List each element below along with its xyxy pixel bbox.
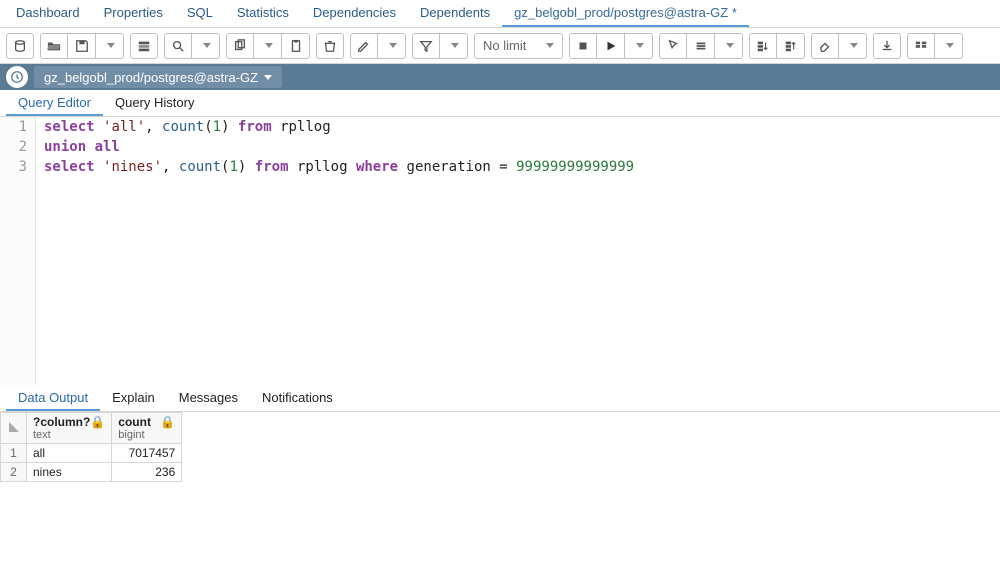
- open-file-button[interactable]: [40, 33, 68, 59]
- cell[interactable]: 7017457: [112, 444, 182, 463]
- code-line[interactable]: select 'nines', count(1) from rpllog whe…: [44, 157, 634, 177]
- find-button[interactable]: [164, 33, 192, 59]
- chevron-down-icon: [850, 43, 858, 48]
- row-number[interactable]: 2: [1, 463, 27, 482]
- result-tab[interactable]: Messages: [167, 386, 250, 411]
- execute-dropdown[interactable]: [625, 33, 653, 59]
- connection-path[interactable]: gz_belgobl_prod/postgres@astra-GZ: [34, 66, 282, 88]
- clock-icon[interactable]: [6, 66, 28, 88]
- paste-button[interactable]: [282, 33, 310, 59]
- column-header[interactable]: ?column?🔒text: [27, 413, 112, 444]
- grid-corner[interactable]: [1, 413, 27, 444]
- chevron-down-icon: [107, 43, 115, 48]
- table-row[interactable]: 2nines236: [1, 463, 182, 482]
- top-tab[interactable]: gz_belgobl_prod/postgres@astra-GZ *: [502, 0, 749, 27]
- code-line[interactable]: select 'all', count(1) from rpllog: [44, 117, 634, 137]
- delete-button[interactable]: [316, 33, 344, 59]
- result-tab[interactable]: Data Output: [6, 386, 100, 411]
- top-tab[interactable]: Properties: [92, 0, 175, 27]
- connection-bar: gz_belgobl_prod/postgres@astra-GZ: [0, 64, 1000, 90]
- editor-tabs: Query EditorQuery History: [0, 90, 1000, 117]
- chevron-down-icon: [265, 43, 273, 48]
- editor-gutter: 123: [0, 117, 36, 385]
- macro-button[interactable]: [907, 33, 935, 59]
- row-number[interactable]: 1: [1, 444, 27, 463]
- connection-path-text: gz_belgobl_prod/postgres@astra-GZ: [44, 70, 258, 85]
- find-dropdown[interactable]: [192, 33, 220, 59]
- result-tabs: Data OutputExplainMessagesNotifications: [0, 385, 1000, 412]
- edit-button[interactable]: [350, 33, 378, 59]
- editor-tab[interactable]: Query Editor: [6, 91, 103, 116]
- explain-options-button[interactable]: [687, 33, 715, 59]
- editor-tab[interactable]: Query History: [103, 91, 206, 116]
- save-dropdown[interactable]: [96, 33, 124, 59]
- chevron-down-icon: [451, 43, 459, 48]
- filter-dropdown[interactable]: [440, 33, 468, 59]
- save-button[interactable]: [68, 33, 96, 59]
- chevron-down-icon: [636, 43, 644, 48]
- chevron-down-icon: [203, 43, 211, 48]
- explain-dropdown[interactable]: [715, 33, 743, 59]
- column-header[interactable]: count🔒bigint: [112, 413, 182, 444]
- download-button[interactable]: [873, 33, 901, 59]
- copy-button[interactable]: [226, 33, 254, 59]
- stop-button[interactable]: [569, 33, 597, 59]
- explain-button[interactable]: [659, 33, 687, 59]
- cell[interactable]: nines: [27, 463, 112, 482]
- chevron-down-icon: [946, 43, 954, 48]
- table-row[interactable]: 1all7017457: [1, 444, 182, 463]
- commit-button[interactable]: [749, 33, 777, 59]
- cell[interactable]: all: [27, 444, 112, 463]
- editor-code[interactable]: select 'all', count(1) from rpllogunion …: [36, 117, 634, 385]
- result-grid[interactable]: ?column?🔒textcount🔒bigint1all70174572nin…: [0, 412, 182, 482]
- copy-dropdown[interactable]: [254, 33, 282, 59]
- chevron-down-icon: [264, 75, 272, 80]
- toolbar: No limit: [0, 28, 1000, 64]
- chevron-down-icon: [726, 43, 734, 48]
- query-editor[interactable]: 123 select 'all', count(1) from rpllogun…: [0, 117, 1000, 385]
- code-line[interactable]: union all: [44, 137, 634, 157]
- clear-dropdown[interactable]: [839, 33, 867, 59]
- cell[interactable]: 236: [112, 463, 182, 482]
- chevron-down-icon: [546, 43, 554, 48]
- chevron-down-icon: [389, 43, 397, 48]
- database-icon-button[interactable]: [6, 33, 34, 59]
- top-tab[interactable]: Dashboard: [4, 0, 92, 27]
- lock-icon: 🔒: [160, 415, 175, 429]
- clear-button[interactable]: [811, 33, 839, 59]
- macro-dropdown[interactable]: [935, 33, 963, 59]
- top-tab[interactable]: Dependencies: [301, 0, 408, 27]
- top-tab[interactable]: Statistics: [225, 0, 301, 27]
- lock-icon: 🔒: [90, 415, 105, 429]
- row-limit-label: No limit: [483, 38, 526, 53]
- filter-button[interactable]: [412, 33, 440, 59]
- rollback-button[interactable]: [777, 33, 805, 59]
- top-tabs: DashboardPropertiesSQLStatisticsDependen…: [0, 0, 1000, 28]
- result-tab[interactable]: Explain: [100, 386, 167, 411]
- row-limit-select[interactable]: No limit: [474, 33, 563, 59]
- top-tab[interactable]: SQL: [175, 0, 225, 27]
- result-tab[interactable]: Notifications: [250, 386, 345, 411]
- edit-dropdown[interactable]: [378, 33, 406, 59]
- save-data-button[interactable]: [130, 33, 158, 59]
- execute-button[interactable]: [597, 33, 625, 59]
- top-tab[interactable]: Dependents: [408, 0, 502, 27]
